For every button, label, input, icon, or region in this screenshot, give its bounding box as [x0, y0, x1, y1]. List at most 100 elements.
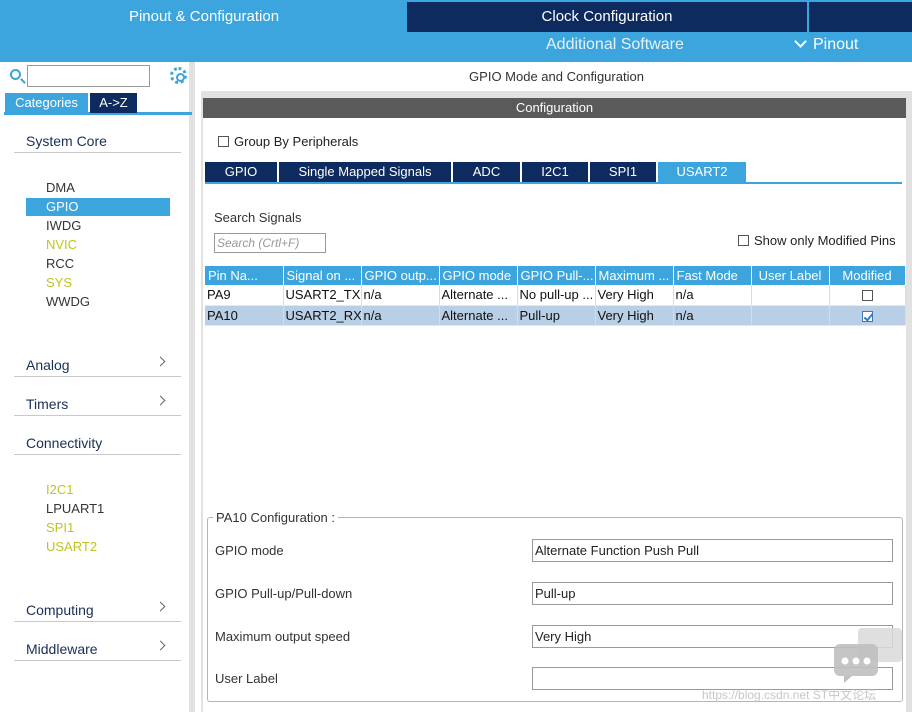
sidebar-item-wwdg[interactable]: WWDG — [26, 293, 170, 311]
sidebar-item-usart2[interactable]: USART2 — [26, 538, 170, 556]
column-header[interactable]: GPIO outp... — [361, 266, 440, 285]
divider — [14, 621, 181, 622]
column-header[interactable]: User Label — [751, 266, 830, 285]
table-cell: n/a — [361, 285, 440, 306]
divider — [14, 152, 181, 153]
table-row-selected[interactable]: PA10 USART2_RX n/a Alternate ... Pull-up… — [205, 305, 906, 326]
section-timers[interactable]: Timers — [26, 396, 68, 412]
tab-adc[interactable]: ADC — [453, 162, 520, 182]
table-cell-modified — [829, 305, 906, 326]
sidebar-item-gpio[interactable]: GPIO — [26, 198, 170, 216]
section-system-core[interactable]: System Core — [26, 133, 107, 149]
column-header[interactable]: Signal on ... — [283, 266, 362, 285]
page-title: GPIO Mode and Configuration — [201, 62, 912, 91]
column-header[interactable]: Pin Na... — [205, 266, 284, 285]
table-cell: Pull-up — [517, 305, 596, 326]
tab-spi1[interactable]: SPI1 — [590, 162, 656, 182]
table-cell[interactable] — [751, 285, 830, 306]
search-icon[interactable] — [10, 69, 21, 80]
divider — [14, 660, 181, 661]
sidebar-item-dma[interactable]: DMA — [26, 179, 170, 197]
table-cell: USART2_TX — [283, 285, 362, 306]
table-cell: Very High — [595, 285, 674, 306]
sidebar-item-iwdg[interactable]: IWDG — [26, 217, 170, 235]
configuration-header: Configuration — [203, 98, 906, 118]
table-cell: USART2_RX — [283, 305, 362, 326]
table-row[interactable]: PA9 USART2_TX n/a Alternate ... No pull-… — [205, 285, 906, 306]
tab-single-mapped-signals[interactable]: Single Mapped Signals — [279, 162, 451, 182]
pinout-menu-label: Pinout — [813, 36, 859, 53]
tab-i2c1[interactable]: I2C1 — [522, 162, 588, 182]
signals-table: Pin Na... Signal on ... GPIO outp... GPI… — [205, 266, 906, 326]
column-header[interactable]: Fast Mode — [673, 266, 752, 285]
configuration-body: Group By Peripherals GPIO Single Mapped … — [203, 118, 906, 712]
sidebar-item-rcc[interactable]: RCC — [26, 255, 170, 273]
pinout-menu-button[interactable]: Pinout — [794, 35, 859, 54]
search-signals-input[interactable]: Search (Crtl+F) — [214, 233, 326, 253]
sidebar-item-nvic[interactable]: NVIC — [26, 236, 170, 254]
table-cell: PA9 — [205, 285, 284, 306]
table-cell: n/a — [673, 285, 752, 306]
tab-clock-configuration[interactable]: Clock Configuration — [407, 2, 807, 32]
chevron-right-icon[interactable] — [155, 640, 166, 651]
table-cell: Very High — [595, 305, 674, 326]
divider — [14, 454, 181, 455]
column-header[interactable]: GPIO Pull-... — [517, 266, 596, 285]
pin-configuration-legend: PA10 Configuration : — [213, 510, 338, 525]
category-tabs: Categories A->Z — [4, 93, 192, 115]
table-cell: Alternate ... — [439, 285, 518, 306]
watermark-text: https://blog.csdn.net ST中文论坛 — [702, 688, 877, 702]
group-by-peripherals-checkbox[interactable]: Group By Peripherals — [218, 134, 358, 149]
chat-bubble-icon — [834, 628, 902, 683]
tab-extra[interactable] — [809, 2, 912, 32]
section-middleware[interactable]: Middleware — [26, 641, 98, 657]
gpio-mode-label: GPIO mode — [215, 543, 284, 558]
group-by-label: Group By Peripherals — [234, 134, 359, 149]
tab-categories[interactable]: Categories — [5, 93, 88, 113]
table-cell: n/a — [673, 305, 752, 326]
show-modified-pins-checkbox[interactable]: Show only Modified Pins — [738, 233, 896, 248]
section-analog[interactable]: Analog — [26, 357, 70, 373]
table-cell: PA10 — [205, 305, 284, 326]
chevron-right-icon[interactable] — [155, 356, 166, 367]
column-header[interactable]: Maximum ... — [595, 266, 674, 285]
table-cell-modified — [829, 285, 906, 306]
gpio-pull-label: GPIO Pull-up/Pull-down — [215, 586, 353, 601]
table-cell: Alternate ... — [439, 305, 518, 326]
sidebar-item-i2c1[interactable]: I2C1 — [26, 481, 170, 499]
tab-usart2[interactable]: USART2 — [658, 162, 746, 182]
gpio-mode-select[interactable]: Alternate Function Push Pull — [532, 539, 893, 562]
sidebar-item-lpuart1[interactable]: LPUART1 — [26, 500, 170, 518]
section-computing[interactable]: Computing — [26, 602, 94, 618]
modified-checkbox[interactable] — [861, 310, 873, 322]
tab-pinout-configuration[interactable]: Pinout & Configuration — [4, 2, 404, 32]
column-header[interactable]: Modified — [829, 266, 906, 285]
additional-software-button[interactable]: Additional Software — [546, 36, 684, 54]
signal-tabs: GPIO Single Mapped Signals ADC I2C1 SPI1… — [205, 162, 902, 184]
pin-configuration-group: PA10 Configuration : GPIO mode Alternate… — [207, 510, 903, 702]
main-panel: GPIO Mode and Configuration Configuratio… — [201, 62, 912, 712]
category-search-input[interactable] — [27, 65, 150, 87]
sidebar-item-spi1[interactable]: SPI1 — [26, 519, 170, 537]
chevron-right-icon[interactable] — [155, 395, 166, 406]
show-modified-label: Show only Modified Pins — [754, 233, 896, 248]
divider — [14, 415, 181, 416]
modified-checkbox[interactable] — [861, 290, 873, 302]
checkbox-icon[interactable] — [738, 235, 749, 247]
gpio-pull-select[interactable]: Pull-up — [532, 582, 893, 605]
chevron-right-icon[interactable] — [155, 601, 166, 612]
category-sidebar: Categories A->Z System Core DMA GPIO IWD… — [0, 62, 195, 712]
chevron-down-icon — [794, 35, 807, 48]
table-header-row: Pin Na... Signal on ... GPIO outp... GPI… — [205, 266, 906, 285]
column-header[interactable]: GPIO mode — [439, 266, 518, 285]
checkbox-icon[interactable] — [218, 136, 229, 148]
sidebar-item-sys[interactable]: SYS — [26, 274, 170, 292]
section-connectivity[interactable]: Connectivity — [26, 435, 102, 451]
table-cell[interactable] — [751, 305, 830, 326]
user-label-label: User Label — [215, 671, 278, 686]
tab-a-to-z[interactable]: A->Z — [90, 93, 137, 113]
divider — [14, 376, 181, 377]
tab-gpio[interactable]: GPIO — [205, 162, 277, 182]
max-speed-label: Maximum output speed — [215, 629, 351, 644]
gear-icon[interactable] — [170, 67, 187, 84]
